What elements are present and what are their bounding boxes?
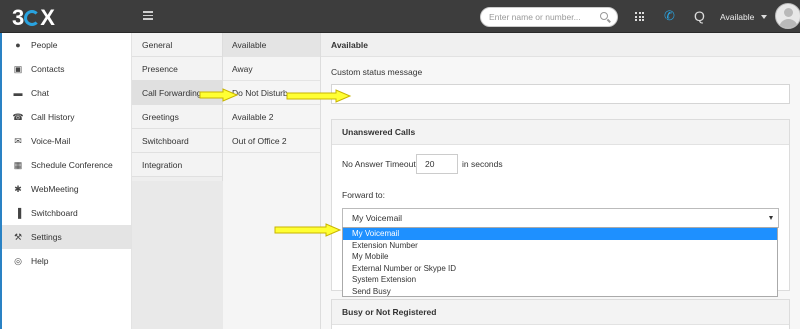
settings-item-presence[interactable]: Presence <box>132 57 222 81</box>
sidebar-item-label: Contacts <box>31 64 65 74</box>
sidebar-item-webmeeting[interactable]: ✱ WebMeeting <box>2 177 131 201</box>
settings-item-general[interactable]: General <box>132 33 222 57</box>
phone-icon[interactable]: ✆ <box>664 9 675 22</box>
annotation-arrow-icon <box>199 88 239 102</box>
status-dropdown[interactable]: Available <box>720 12 754 22</box>
group-icon: ✱ <box>14 184 22 194</box>
top-bar: 3X ✆ Q Available <box>0 0 800 33</box>
status-item-available-2[interactable]: Available 2 <box>223 105 320 129</box>
annotation-arrow-icon <box>274 223 342 237</box>
sidebar-item-voice-mail[interactable]: ✉ Voice-Mail <box>2 129 131 153</box>
settings-item-greetings[interactable]: Greetings <box>132 105 222 129</box>
status-menu: Available Away Do Not Disturb Available 2 Ou… <box>223 33 321 329</box>
page-title: Available <box>321 33 800 57</box>
timeout-label: No Answer Timeout <box>342 159 416 169</box>
sidebar-item-chat[interactable]: ▬ Chat <box>2 81 131 105</box>
sidebar-item-label: Settings <box>31 232 62 242</box>
calendar-icon: ▦ <box>13 160 23 170</box>
dropdown-option[interactable]: Send Busy <box>343 286 777 298</box>
logo-c <box>24 9 41 26</box>
timeout-unit: in seconds <box>462 159 503 169</box>
sidebar-item-label: Chat <box>31 88 49 98</box>
search-box[interactable] <box>480 7 618 27</box>
forward-to-value: My Voicemail <box>352 213 403 223</box>
forward-to-select[interactable]: My Voicemail <box>342 208 779 228</box>
sidebar-item-label: WebMeeting <box>31 184 79 194</box>
annotation-arrow-icon <box>286 89 352 103</box>
envelope-icon: ✉ <box>14 136 22 146</box>
chat-icon: ▬ <box>13 88 23 98</box>
sidebar-item-contacts[interactable]: ▣ Contacts <box>2 57 131 81</box>
dropdown-option[interactable]: My Voicemail <box>343 228 777 240</box>
3cx-logo[interactable]: 3X <box>12 5 55 31</box>
sidebar-item-call-history[interactable]: ☎ Call History <box>2 105 131 129</box>
sidebar-item-label: Switchboard <box>31 208 78 218</box>
search-input[interactable] <box>489 8 601 26</box>
sidebar-item-schedule-conference[interactable]: ▦ Schedule Conference <box>2 153 131 177</box>
dropdown-option[interactable]: My Mobile <box>343 251 777 263</box>
sidebar: ● People ▣ Contacts ▬ Chat ☎ Call History ✉ Voice… <box>0 33 132 329</box>
sidebar-item-label: Help <box>31 256 49 266</box>
call-history-icon: ☎ <box>12 112 24 122</box>
lifebuoy-icon: ◎ <box>14 256 22 266</box>
settings-item-switchboard[interactable]: Switchboard <box>132 129 222 153</box>
panel-title: Unanswered Calls <box>332 120 789 145</box>
status-item-away[interactable]: Away <box>223 57 320 81</box>
chevron-down-icon[interactable] <box>769 216 773 220</box>
panel-title: Busy or Not Registered <box>332 300 789 325</box>
wrench-icon: ⚒ <box>13 232 23 242</box>
dialpad-icon[interactable] <box>635 12 644 21</box>
search-icon[interactable] <box>600 12 608 20</box>
sidebar-item-settings[interactable]: ⚒ Settings <box>2 225 131 249</box>
dropdown-option[interactable]: External Number or Skype ID <box>343 263 777 275</box>
sidebar-item-label: Voice-Mail <box>31 136 71 146</box>
avatar[interactable] <box>775 3 800 29</box>
bar-chart-icon: ▐ <box>14 208 22 218</box>
sidebar-item-people[interactable]: ● People <box>2 33 131 57</box>
dropdown-option[interactable]: System Extension <box>343 274 777 286</box>
chevron-down-icon[interactable] <box>761 15 767 19</box>
custom-status-input[interactable] <box>331 84 790 104</box>
busy-panel: Busy or Not Registered <box>331 299 790 329</box>
sidebar-item-label: Schedule Conference <box>31 160 113 170</box>
settings-item-integration[interactable]: Integration <box>132 153 222 177</box>
logo-x: X <box>40 5 55 30</box>
sidebar-item-help[interactable]: ◎ Help <box>2 249 131 273</box>
logo-three: 3 <box>12 5 24 30</box>
queue-icon[interactable]: Q <box>694 8 705 24</box>
status-item-out-of-office-2[interactable]: Out of Office 2 <box>223 129 320 153</box>
person-icon: ● <box>15 40 21 50</box>
contacts-icon: ▣ <box>13 64 23 74</box>
custom-status-label: Custom status message <box>331 67 423 77</box>
settings-menu: General Presence Call Forwarding Greetings S… <box>132 33 223 329</box>
sidebar-item-label: Call History <box>31 112 75 122</box>
forward-to-options: My Voicemail Extension Number My Mobile Ext… <box>342 227 778 297</box>
status-item-available[interactable]: Available <box>223 33 320 57</box>
sidebar-item-label: People <box>31 40 58 50</box>
dropdown-option[interactable]: Extension Number <box>343 240 777 252</box>
forward-to-label: Forward to: <box>342 190 385 200</box>
menu-icon[interactable] <box>143 11 153 20</box>
timeout-input[interactable]: 20 <box>416 154 458 174</box>
sidebar-item-switchboard[interactable]: ▐ Switchboard <box>2 201 131 225</box>
